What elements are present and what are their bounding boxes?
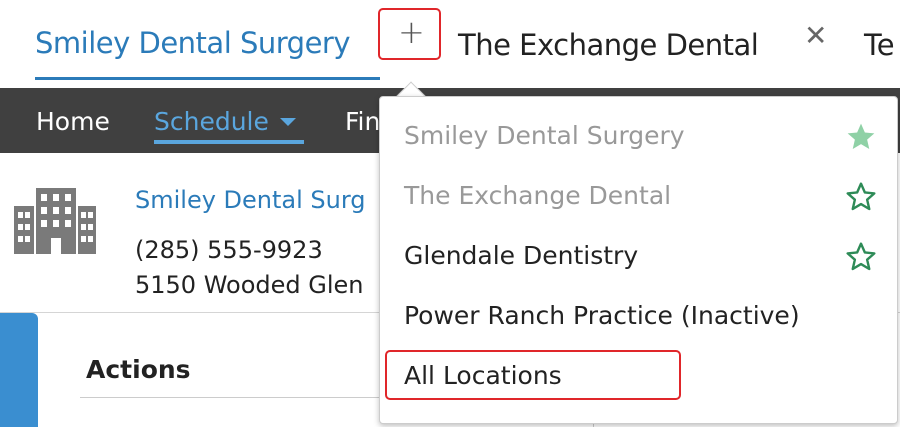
actions-divider bbox=[80, 397, 380, 398]
plus-icon: + bbox=[398, 13, 425, 51]
building-icon bbox=[14, 188, 96, 254]
practice-address: 5150 Wooded Glen bbox=[135, 271, 364, 299]
star-outline-icon[interactable] bbox=[845, 181, 877, 213]
location-dropdown-menu: Smiley Dental Surgery The Exchange Denta… bbox=[379, 96, 898, 424]
nav-partial[interactable]: Fin bbox=[345, 107, 380, 136]
add-tab-button[interactable]: + bbox=[378, 8, 441, 60]
nav-home[interactable]: Home bbox=[36, 107, 110, 136]
menu-item-all-locations[interactable]: All Locations bbox=[404, 361, 562, 390]
practice-name-link[interactable]: Smiley Dental Surg bbox=[135, 186, 366, 214]
nav-schedule-underline bbox=[154, 140, 304, 144]
close-icon[interactable]: ✕ bbox=[804, 20, 827, 52]
menu-item-smiley-dental-surgery[interactable]: Smiley Dental Surgery bbox=[404, 121, 685, 150]
star-outline-icon[interactable] bbox=[845, 241, 877, 273]
tab-partial[interactable]: Te bbox=[864, 28, 895, 62]
menu-item-glendale-dentistry[interactable]: Glendale Dentistry bbox=[404, 241, 638, 270]
left-panel-tab[interactable] bbox=[0, 313, 38, 427]
tab-the-exchange-dental[interactable]: The Exchange Dental bbox=[458, 28, 759, 62]
active-tab-underline bbox=[35, 77, 380, 80]
tab-smiley-dental-surgery[interactable]: Smiley Dental Surgery bbox=[35, 26, 351, 60]
tab-strip: Smiley Dental Surgery + The Exchange Den… bbox=[0, 0, 900, 88]
practice-phone: (285) 555-9923 bbox=[135, 236, 323, 264]
nav-schedule[interactable]: Schedule bbox=[154, 107, 269, 136]
star-filled-icon[interactable] bbox=[845, 121, 877, 153]
menu-item-power-ranch-practice[interactable]: Power Ranch Practice (Inactive) bbox=[404, 301, 800, 330]
menu-item-the-exchange-dental[interactable]: The Exchange Dental bbox=[404, 181, 671, 210]
chevron-down-icon bbox=[280, 118, 296, 126]
actions-heading: Actions bbox=[86, 355, 191, 384]
